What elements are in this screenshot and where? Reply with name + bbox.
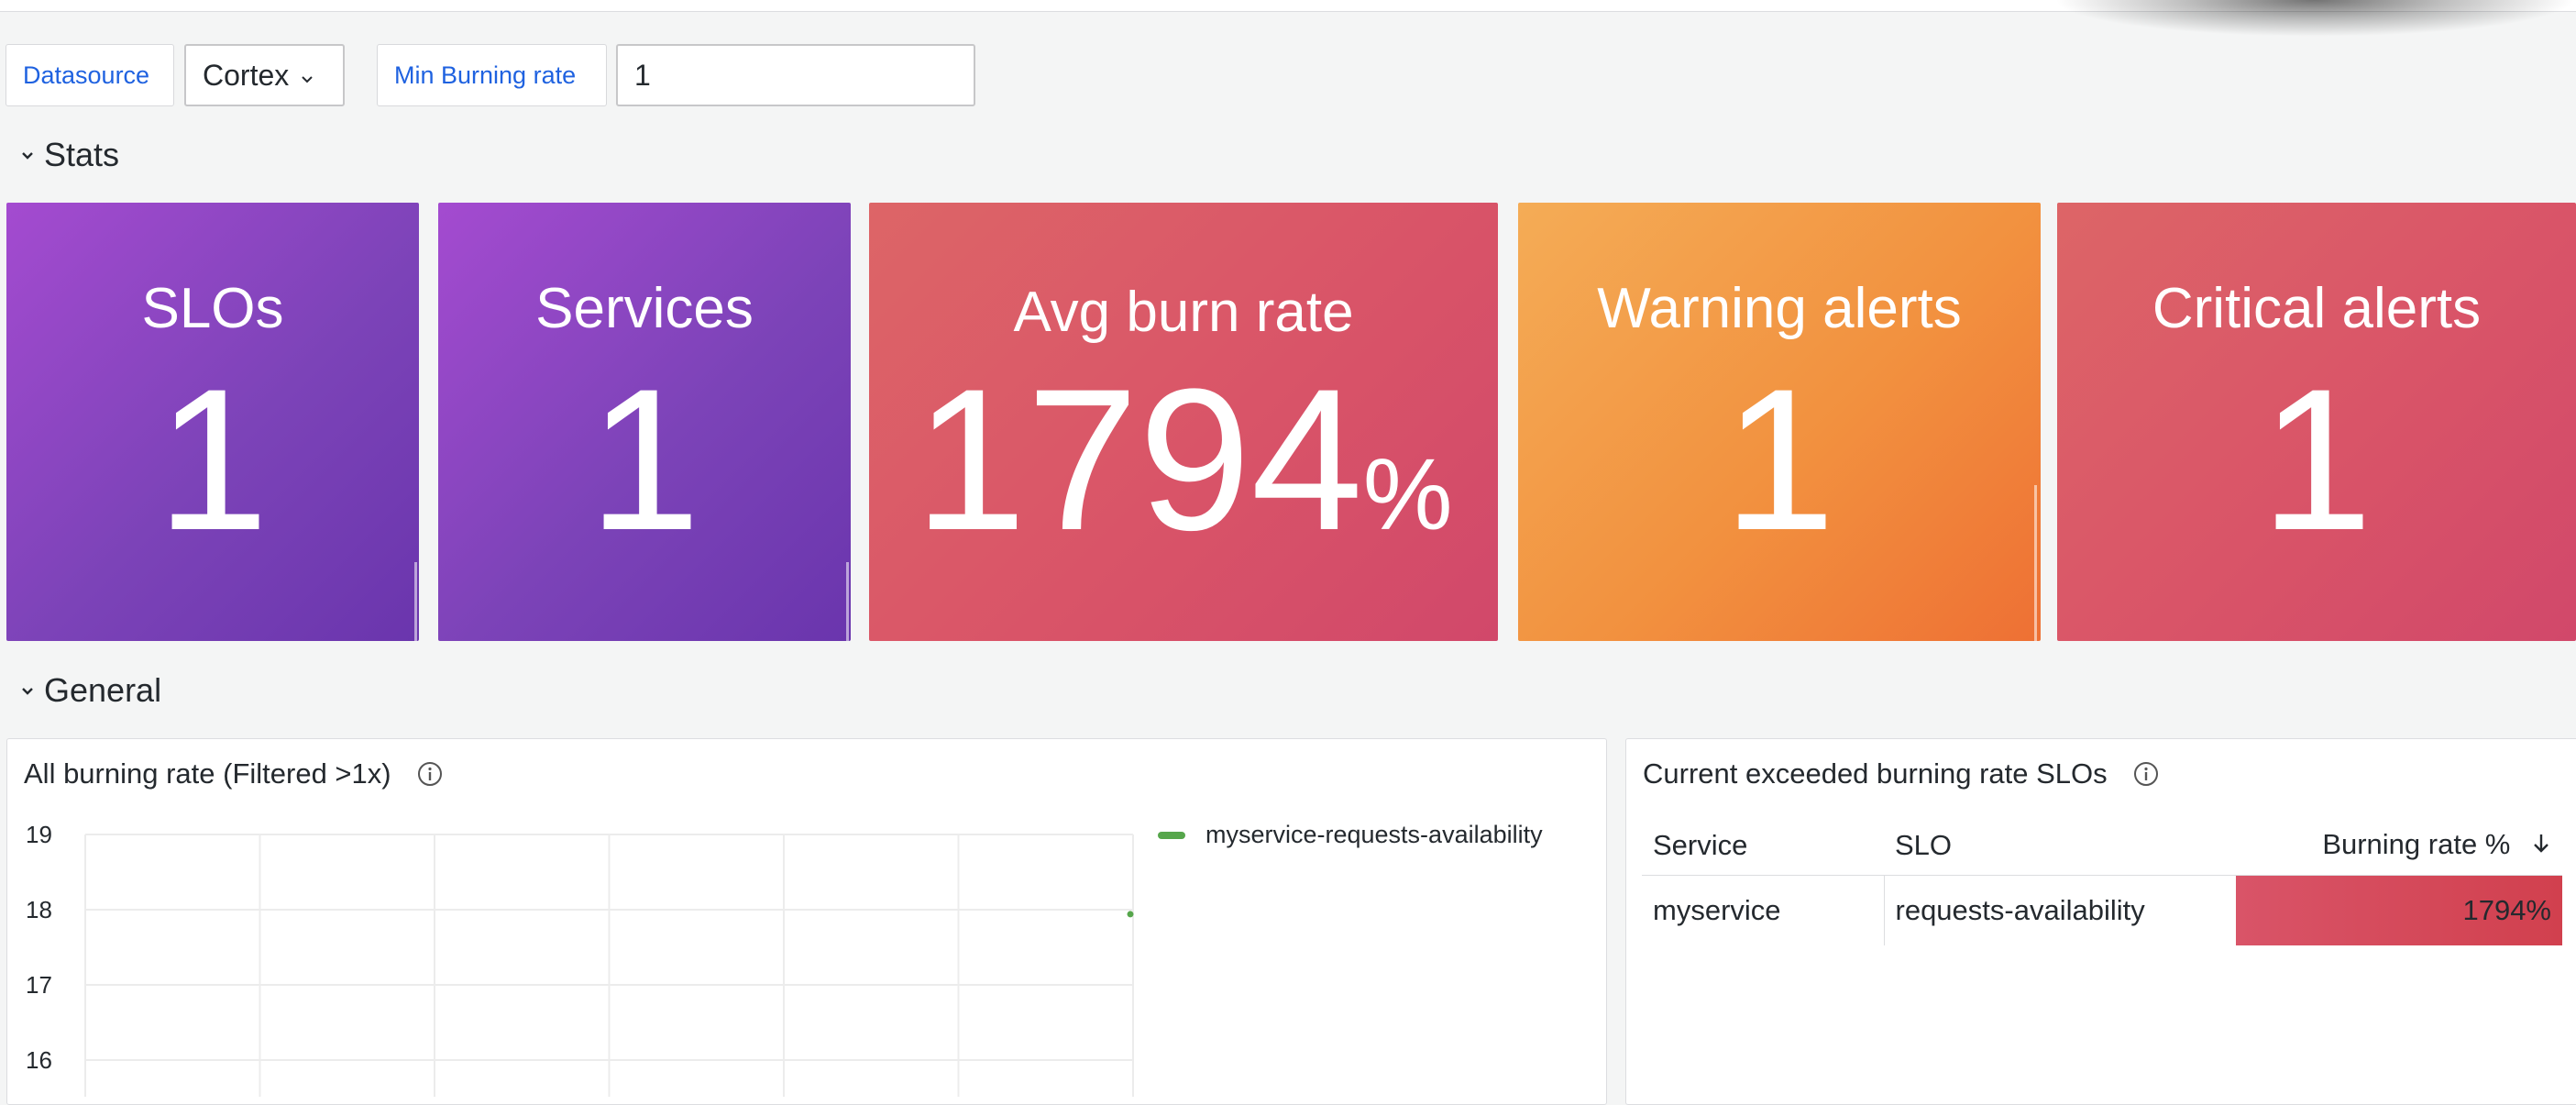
datasource-select[interactable]: Cortex bbox=[184, 44, 345, 106]
chart-legend[interactable]: myservice-requests-availability bbox=[1158, 821, 1543, 849]
header-label: Burning rate % bbox=[2322, 828, 2511, 861]
cell-text: myservice bbox=[1653, 894, 1781, 926]
row-title-stats: Stats bbox=[44, 136, 120, 173]
legend-label: myservice-requests-availability bbox=[1205, 821, 1543, 848]
stat-title: Critical alerts bbox=[2152, 277, 2482, 340]
stat-number: 1 bbox=[156, 347, 270, 572]
chevron-down-icon bbox=[300, 59, 314, 93]
stat-panel-services[interactable]: Services 1 bbox=[438, 203, 851, 641]
row-toggle-general[interactable]: General bbox=[20, 669, 161, 713]
stat-value: 1 bbox=[1518, 359, 2041, 596]
sparkline bbox=[846, 562, 849, 641]
dropdown-shadow bbox=[2053, 0, 2576, 37]
slo-table: Service SLO Burning rate % myservice req… bbox=[1642, 816, 2562, 945]
data-point bbox=[1127, 911, 1134, 918]
sort-desc-icon bbox=[2531, 830, 2551, 863]
datasource-label-text: Datasource bbox=[23, 61, 150, 89]
sparkline bbox=[2034, 485, 2037, 641]
cell-slo: requests-availability bbox=[1883, 875, 2236, 945]
stat-number: 1 bbox=[2260, 347, 2373, 572]
cell-text: requests-availability bbox=[1895, 894, 2145, 926]
cell-service: myservice bbox=[1642, 876, 1884, 946]
datasource-label: Datasource bbox=[6, 44, 174, 106]
y-tick-label: 19 bbox=[26, 821, 52, 848]
panel-title-text: Current exceeded burning rate SLOs bbox=[1643, 757, 2108, 790]
min-burning-rate-label: Min Burning rate bbox=[377, 44, 607, 106]
sparkline bbox=[414, 562, 417, 641]
legend-swatch bbox=[1158, 831, 1185, 839]
min-burning-rate-label-text: Min Burning rate bbox=[394, 61, 577, 89]
y-tick-label: 18 bbox=[26, 896, 52, 923]
stat-title: Services bbox=[535, 277, 754, 340]
column-header-service[interactable]: Service bbox=[1642, 816, 1884, 876]
column-header-burning-rate[interactable]: Burning rate % bbox=[2236, 816, 2562, 876]
stat-number: 1794 bbox=[914, 347, 1363, 572]
header-label: Service bbox=[1653, 829, 1748, 861]
burning-rate-chart[interactable]: 19 18 17 16 bbox=[0, 807, 1155, 1097]
cell-text: 1794% bbox=[2462, 894, 2551, 926]
column-header-slo[interactable]: SLO bbox=[1884, 816, 2236, 876]
stat-unit: % bbox=[1362, 438, 1453, 551]
stat-panel-avg-burn-rate[interactable]: Avg burn rate 1794% bbox=[869, 203, 1498, 641]
datasource-value: Cortex bbox=[203, 58, 290, 92]
cell-burning-rate: 1794% bbox=[2236, 875, 2562, 945]
panel-title: Current exceeded burning rate SLOs bbox=[1643, 757, 2159, 790]
stat-value: 1 bbox=[438, 359, 851, 596]
row-toggle-stats[interactable]: Stats bbox=[20, 133, 119, 177]
stat-panel-warning-alerts[interactable]: Warning alerts 1 bbox=[1518, 203, 2041, 641]
panel-title-text: All burning rate (Filtered >1x) bbox=[24, 757, 391, 790]
chevron-down-icon bbox=[20, 142, 35, 168]
min-burning-rate-input[interactable] bbox=[616, 44, 975, 106]
stat-title: Warning alerts bbox=[1597, 277, 1962, 340]
table-header-row: Service SLO Burning rate % bbox=[1642, 816, 2562, 876]
stat-value: 1 bbox=[6, 359, 419, 596]
panel-title: All burning rate (Filtered >1x) bbox=[24, 757, 443, 790]
info-icon[interactable] bbox=[2133, 761, 2159, 787]
header-label: SLO bbox=[1895, 829, 1953, 861]
row-title-general: General bbox=[44, 671, 162, 709]
y-tick-label: 16 bbox=[26, 1046, 52, 1074]
stat-title: Avg burn rate bbox=[1013, 281, 1354, 344]
stat-number: 1 bbox=[588, 347, 701, 572]
stat-title: SLOs bbox=[141, 277, 284, 340]
chevron-down-icon bbox=[20, 678, 35, 703]
stat-value: 1 bbox=[2057, 359, 2576, 596]
info-icon[interactable] bbox=[417, 761, 443, 787]
stat-number: 1 bbox=[1723, 347, 1836, 572]
table-row[interactable]: myservice requests-availability 1794% bbox=[1642, 875, 2562, 946]
stat-value: 1794% bbox=[869, 359, 1498, 596]
stat-panel-slos[interactable]: SLOs 1 bbox=[6, 203, 419, 641]
y-tick-label: 17 bbox=[26, 971, 52, 999]
stat-panel-critical-alerts[interactable]: Critical alerts 1 bbox=[2057, 203, 2576, 641]
